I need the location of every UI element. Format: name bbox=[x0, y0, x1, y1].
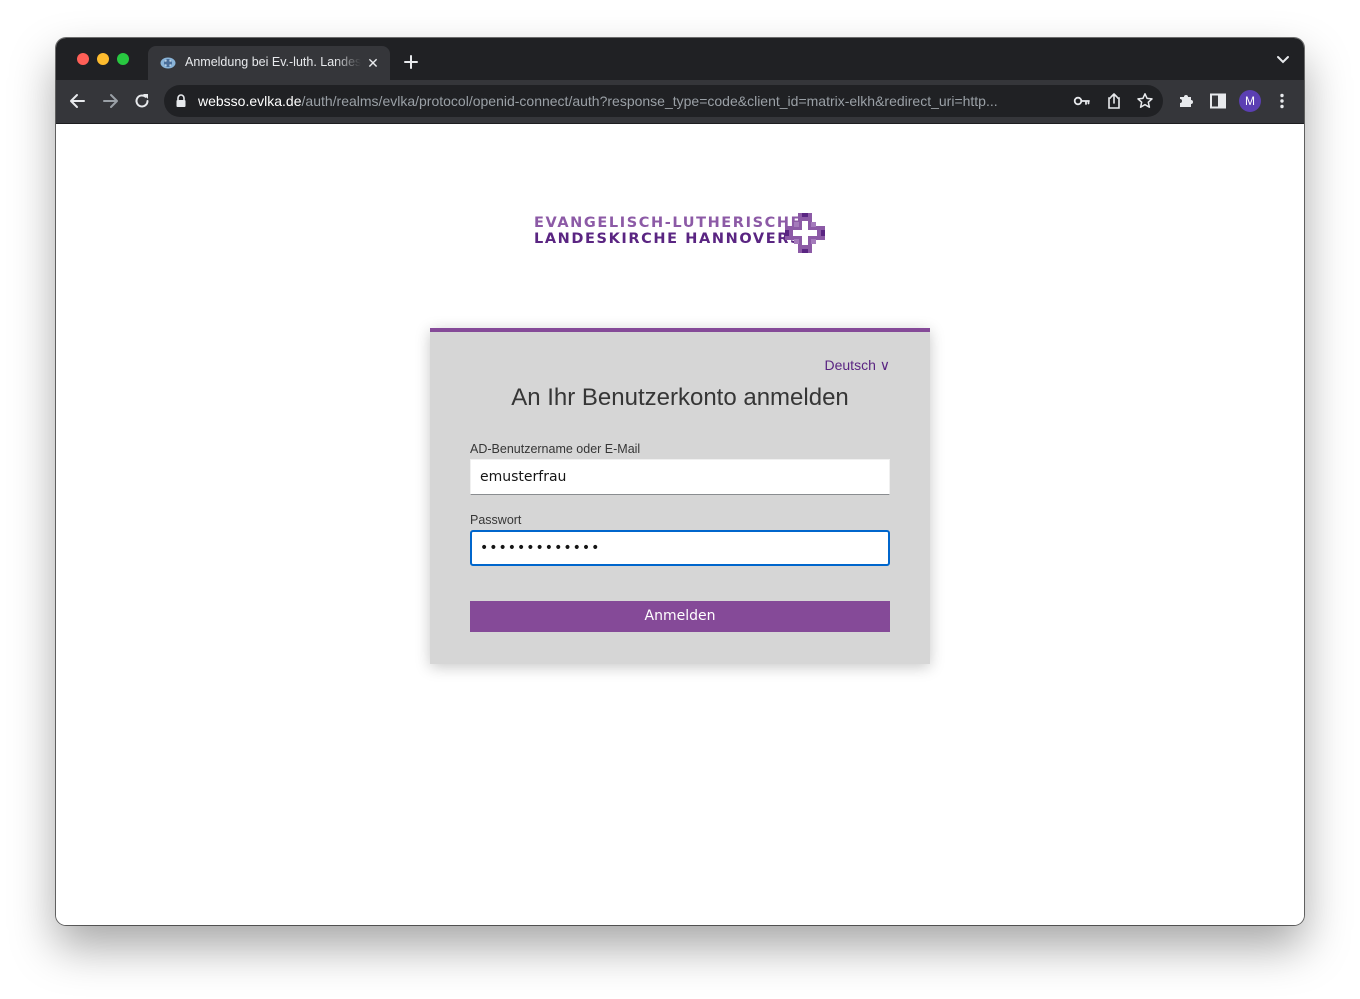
share-icon[interactable] bbox=[1105, 92, 1123, 110]
lock-icon[interactable] bbox=[175, 94, 187, 108]
tab-close-icon[interactable]: ✕ bbox=[365, 55, 381, 71]
new-tab-icon[interactable] bbox=[400, 51, 422, 73]
password-input[interactable]: ••••••••••••• bbox=[470, 530, 890, 566]
login-title: An Ihr Benutzerkonto anmelden bbox=[511, 384, 849, 411]
username-label: AD-Benutzername oder E-Mail bbox=[470, 442, 641, 456]
page-content: EVANGELISCH-LUTHERISCHE LANDESKIRCHE HAN… bbox=[56, 124, 1304, 925]
minimize-window-button[interactable] bbox=[97, 53, 109, 65]
address-bar[interactable]: websso.evlka.de/auth/realms/evlka/protoc… bbox=[164, 85, 1163, 117]
bookmark-star-icon[interactable] bbox=[1136, 92, 1154, 110]
language-selector[interactable]: Deutsch ∨ bbox=[825, 357, 891, 374]
reload-icon[interactable] bbox=[132, 91, 152, 111]
tab-title: Anmeldung bei Ev.-luth. Landeskirche Han… bbox=[185, 55, 361, 69]
extensions-puzzle-icon[interactable] bbox=[1176, 91, 1196, 111]
profile-avatar[interactable]: M bbox=[1239, 90, 1261, 112]
tab-strip: Anmeldung bei Ev.-luth. Landeskirche Han… bbox=[56, 38, 1304, 80]
close-window-button[interactable] bbox=[77, 53, 89, 65]
browser-toolbar: websso.evlka.de/auth/realms/evlka/protoc… bbox=[56, 80, 1304, 124]
url-text[interactable]: websso.evlka.de/auth/realms/evlka/protoc… bbox=[198, 93, 1060, 111]
menu-kebab-icon[interactable] bbox=[1272, 91, 1292, 111]
login-button[interactable]: Anmelden bbox=[470, 601, 890, 632]
site-favicon-icon bbox=[160, 57, 176, 69]
back-arrow-icon[interactable] bbox=[68, 91, 88, 111]
username-input[interactable]: emusterfrau bbox=[470, 459, 890, 495]
password-label: Passwort bbox=[470, 513, 522, 527]
url-path: /auth/realms/evlka/protocol/openid-conne… bbox=[301, 93, 998, 109]
key-icon[interactable] bbox=[1073, 92, 1091, 110]
login-card: Deutsch ∨ An Ihr Benutzerkonto anmelden … bbox=[430, 328, 930, 664]
cross-logo-icon bbox=[785, 213, 825, 253]
tab-active[interactable]: Anmeldung bei Ev.-luth. Landeskirche Han… bbox=[148, 46, 390, 80]
church-logo: EVANGELISCH-LUTHERISCHE LANDESKIRCHE HAN… bbox=[534, 213, 826, 253]
logo-text-line2: LANDESKIRCHE HANNOVERS bbox=[534, 231, 803, 247]
side-panel-icon[interactable] bbox=[1208, 91, 1228, 111]
tab-search-chevron-icon[interactable] bbox=[1276, 55, 1290, 65]
url-host: websso.evlka.de bbox=[198, 93, 302, 109]
logo-text-line1: EVANGELISCH-LUTHERISCHE bbox=[534, 215, 803, 231]
maximize-window-button[interactable] bbox=[117, 53, 129, 65]
browser-window: Anmeldung bei Ev.-luth. Landeskirche Han… bbox=[56, 38, 1304, 925]
forward-arrow-icon[interactable] bbox=[100, 91, 120, 111]
